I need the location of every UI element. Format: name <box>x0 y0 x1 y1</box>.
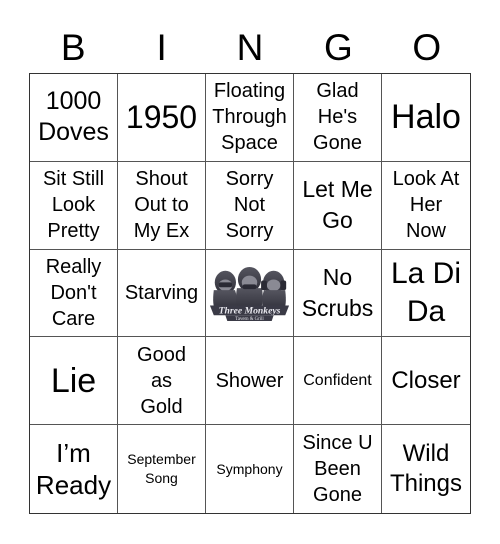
free-space-cell[interactable]: Three Monkeys Tavern & Grill <box>206 249 294 338</box>
cell-label: Sit Still Look Pretty <box>42 168 105 243</box>
bingo-cell[interactable]: Halo <box>382 74 470 162</box>
three-monkeys-logo-icon: Three Monkeys Tavern & Grill <box>209 266 290 322</box>
cell-label: Look At Her Now <box>392 168 460 243</box>
cell-label: Halo <box>391 98 461 137</box>
bingo-header: B I N G O <box>29 26 471 70</box>
bingo-cell[interactable]: Look At Her Now <box>382 162 470 250</box>
bingo-cell[interactable]: 1000 Doves <box>30 74 118 162</box>
cell-label: Wild Things <box>389 440 463 498</box>
cell-label: Since U Been Gone <box>302 432 373 507</box>
cell-label: 1950 <box>125 99 198 136</box>
bingo-cell[interactable]: I’m Ready <box>30 425 118 513</box>
logo-subtext: Tavern & Grill <box>235 317 264 322</box>
cell-label: Let Me Go <box>302 176 373 234</box>
bingo-cell[interactable]: Really Don't Care <box>30 249 118 338</box>
header-letter-o: O <box>412 27 442 68</box>
bingo-cell[interactable]: Good as Gold <box>118 337 206 426</box>
bingo-cell[interactable]: Let Me Go <box>294 161 382 250</box>
bingo-cell[interactable]: Closer <box>382 337 470 426</box>
cell-label: Shower <box>215 369 284 392</box>
bingo-cell[interactable]: Lie <box>30 337 118 426</box>
cell-label: Shout Out to My Ex <box>133 168 190 243</box>
bingo-cell[interactable]: 1950 <box>118 74 206 162</box>
cell-label: Really Don't Care <box>45 255 102 330</box>
header-letter-i: I <box>156 27 167 68</box>
bingo-cell[interactable]: Shout Out to My Ex <box>118 161 206 250</box>
header-letter-g: G <box>324 27 353 68</box>
cell-label: 1000 Doves <box>38 87 109 147</box>
cell-label: La Di Da <box>390 256 462 328</box>
bingo-cell[interactable]: Glad He's Gone <box>294 74 382 162</box>
cell-label: Good as Gold <box>137 343 186 418</box>
bingo-board: 1000 Doves 1950 Floating Through Space G… <box>29 73 471 514</box>
bingo-cell[interactable]: Confident <box>294 337 382 426</box>
cell-label: Lie <box>50 361 97 400</box>
bingo-cell[interactable]: September Song <box>118 425 206 513</box>
cell-label: Confident <box>303 371 372 389</box>
bingo-cell[interactable]: Sorry Not Sorry <box>206 161 294 250</box>
cell-label: Starving <box>124 281 199 304</box>
cell-label: Sorry Not Sorry <box>225 168 274 243</box>
bingo-cell[interactable]: No Scrubs <box>294 249 382 338</box>
cell-label: Floating Through Space <box>212 80 287 155</box>
cell-label: September Song <box>127 451 196 487</box>
bingo-cell[interactable]: Floating Through Space <box>206 74 294 162</box>
bingo-cell[interactable]: Symphony <box>206 425 294 513</box>
header-letter-b: B <box>60 27 86 68</box>
cell-label: Symphony <box>216 460 283 477</box>
header-letter-n: N <box>236 27 264 68</box>
cell-label: Closer <box>391 366 461 394</box>
cell-label: I’m Ready <box>35 438 112 501</box>
bingo-cell[interactable]: Since U Been Gone <box>294 425 382 513</box>
bingo-cell[interactable]: Sit Still Look Pretty <box>30 161 118 250</box>
bingo-cell[interactable]: Wild Things <box>382 425 470 513</box>
logo-text: Three Monkeys <box>219 305 281 316</box>
bingo-cell[interactable]: Shower <box>206 337 294 426</box>
bingo-cell[interactable]: La Di Da <box>382 250 470 338</box>
cell-label: No Scrubs <box>301 263 374 321</box>
cell-label: Glad He's Gone <box>313 80 362 155</box>
bingo-cell[interactable]: Starving <box>118 249 206 338</box>
